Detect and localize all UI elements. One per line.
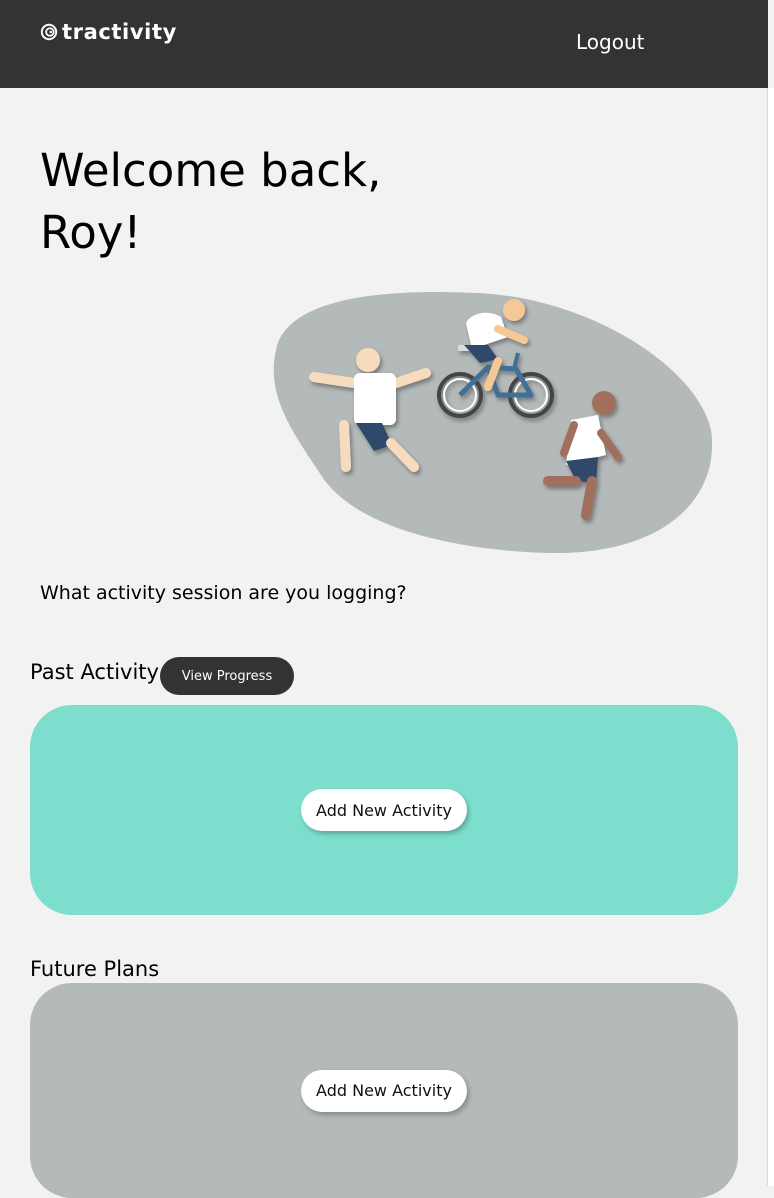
activity-prompt: What activity session are you logging? bbox=[40, 582, 407, 604]
top-nav-bar: tractivity Logout bbox=[0, 0, 768, 88]
welcome-heading: Welcome back, Roy! bbox=[40, 140, 400, 264]
view-progress-button[interactable]: View Progress bbox=[160, 657, 294, 695]
fitness-illustration bbox=[273, 291, 713, 554]
add-future-activity-button[interactable]: Add New Activity bbox=[301, 1069, 467, 1112]
swirl-logo-icon bbox=[40, 23, 58, 41]
logo[interactable]: tractivity bbox=[40, 18, 177, 46]
future-plans-panel: Add New Activity bbox=[30, 983, 738, 1198]
logout-link[interactable]: Logout bbox=[576, 30, 644, 54]
past-activity-panel: Add New Activity bbox=[30, 705, 738, 915]
welcome-user-name: Roy! bbox=[40, 206, 142, 259]
scrollbar-track[interactable] bbox=[767, 88, 774, 1186]
add-past-activity-button[interactable]: Add New Activity bbox=[301, 789, 467, 831]
welcome-line-1: Welcome back, bbox=[40, 144, 382, 197]
future-plans-title: Future Plans bbox=[30, 957, 160, 981]
past-activity-title: Past Activity bbox=[30, 660, 159, 684]
logo-text: tractivity bbox=[62, 20, 177, 44]
